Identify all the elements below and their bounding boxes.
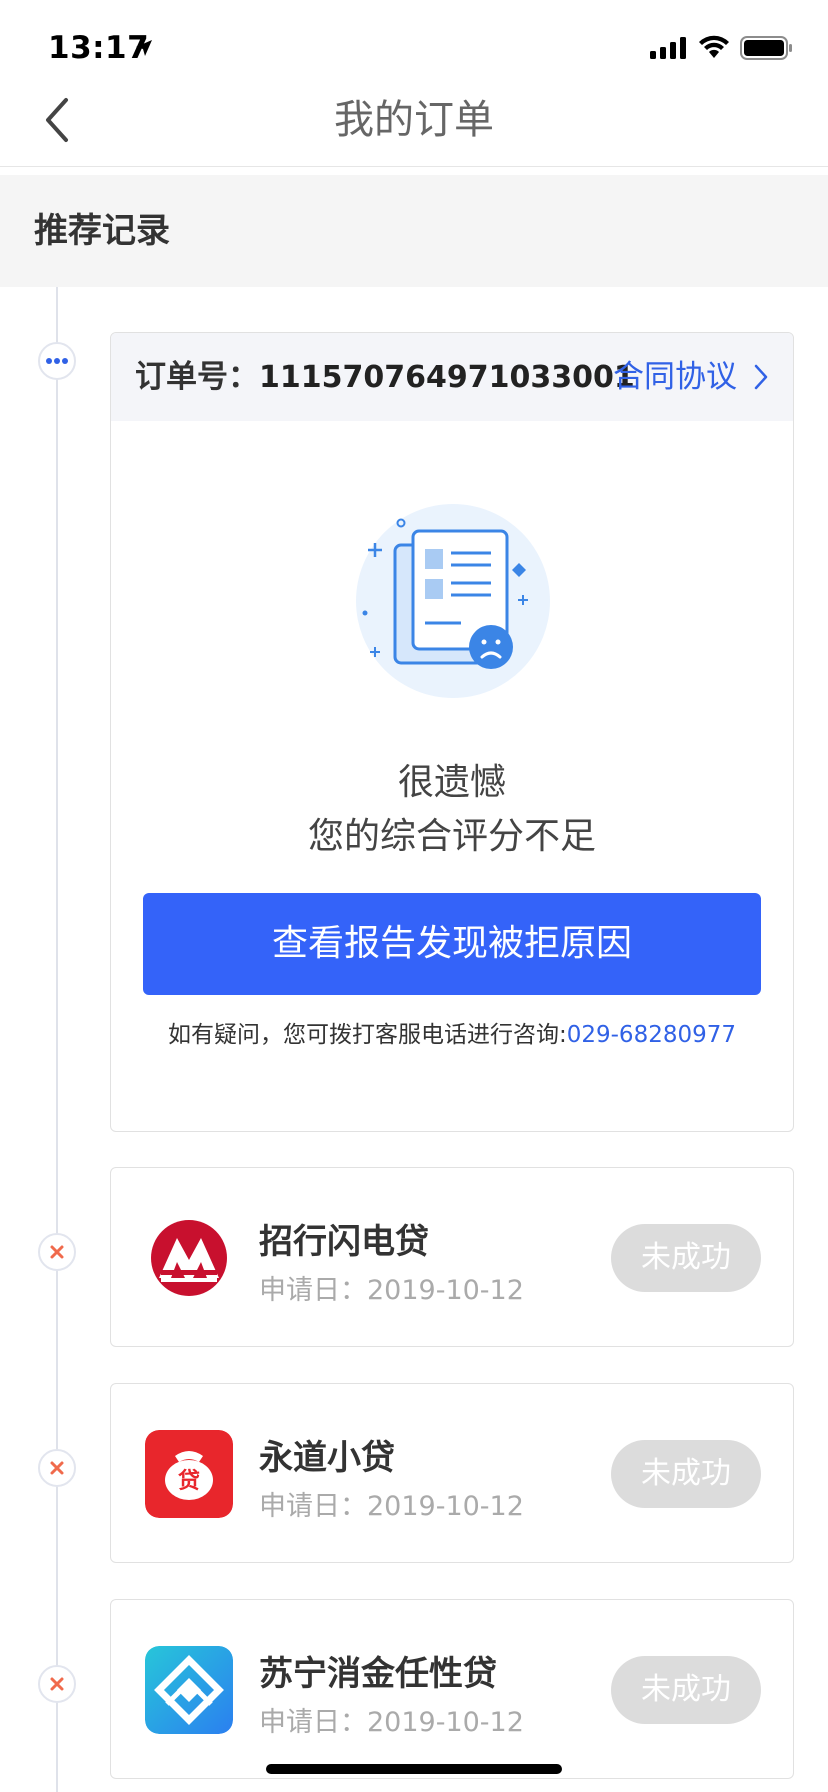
loan-product-name: 苏宁消金任性贷 xyxy=(259,1654,497,1694)
loan-card[interactable]: 贷 永道小贷 申请日：2019-10-12 未成功 xyxy=(110,1383,794,1563)
hotline-prefix: 如有疑问，您可拨打客服电话进行咨询: xyxy=(167,1022,567,1048)
loan-application-date: 申请日：2019-10-12 xyxy=(259,1707,524,1738)
hotline-number-link[interactable]: 029-68280977 xyxy=(567,1022,736,1048)
loan-product-name: 永道小贷 xyxy=(259,1438,395,1478)
more-dots-icon xyxy=(46,358,68,364)
section-title: 推荐记录 xyxy=(34,211,170,251)
close-icon xyxy=(50,1461,64,1475)
loan-application-date: 申请日：2019-10-12 xyxy=(259,1491,524,1522)
order-number-label: 订单号： xyxy=(135,359,259,395)
chevron-right-icon[interactable] xyxy=(753,363,769,391)
location-arrow-icon xyxy=(136,40,152,56)
home-indicator[interactable] xyxy=(266,1764,562,1774)
loan-card[interactable]: 苏宁消金任性贷 申请日：2019-10-12 未成功 xyxy=(110,1599,794,1779)
loan-application-date: 申请日：2019-10-12 xyxy=(259,1275,524,1306)
order-number: 111570764971033001 xyxy=(259,360,635,395)
order-card: 订单号：111570764971033001 合同协议 很遗憾 您的综合评分不足… xyxy=(110,332,794,1132)
customer-service-hotline: 如有疑问，您可拨打客服电话进行咨询:029-68280977 xyxy=(111,1015,793,1049)
rejection-title: 很遗憾 xyxy=(397,762,506,803)
section-header: 推荐记录 xyxy=(0,175,828,287)
loan-bag-logo-icon: 贷 xyxy=(145,1430,233,1518)
status-badge: 未成功 xyxy=(611,1440,761,1508)
order-header: 订单号：111570764971033001 合同协议 xyxy=(111,333,793,421)
cellular-signal-icon xyxy=(650,37,686,59)
nav-bar: 我的订单 xyxy=(0,88,828,167)
timeline-failed-dot xyxy=(38,1665,76,1703)
view-report-button[interactable]: 查看报告发现被拒原因 xyxy=(143,893,761,995)
battery-icon xyxy=(740,36,792,60)
loan-card[interactable]: 招行闪电贷 申请日：2019-10-12 未成功 xyxy=(110,1167,794,1347)
rejection-reason: 您的综合评分不足 xyxy=(307,816,596,857)
cmb-logo-icon xyxy=(145,1214,233,1302)
timeline-line xyxy=(56,287,58,1792)
status-badge: 未成功 xyxy=(611,1224,761,1292)
close-icon xyxy=(50,1245,64,1259)
page-title: 我的订单 xyxy=(334,97,494,143)
suning-logo-icon xyxy=(145,1646,233,1734)
status-bar: 13:17 xyxy=(0,0,828,88)
svg-text:贷: 贷 xyxy=(178,1468,200,1494)
order-number-row: 订单号：111570764971033001 xyxy=(135,333,635,422)
timeline-pending-dot xyxy=(38,342,76,380)
rejected-document-illustration xyxy=(356,504,550,698)
loan-product-name: 招行闪电贷 xyxy=(259,1222,429,1262)
timeline-failed-dot xyxy=(38,1449,76,1487)
close-icon xyxy=(50,1677,64,1691)
status-badge: 未成功 xyxy=(611,1656,761,1724)
wifi-icon xyxy=(699,35,729,58)
timeline-failed-dot xyxy=(38,1233,76,1271)
contract-agreement-link[interactable]: 合同协议 xyxy=(613,333,737,421)
